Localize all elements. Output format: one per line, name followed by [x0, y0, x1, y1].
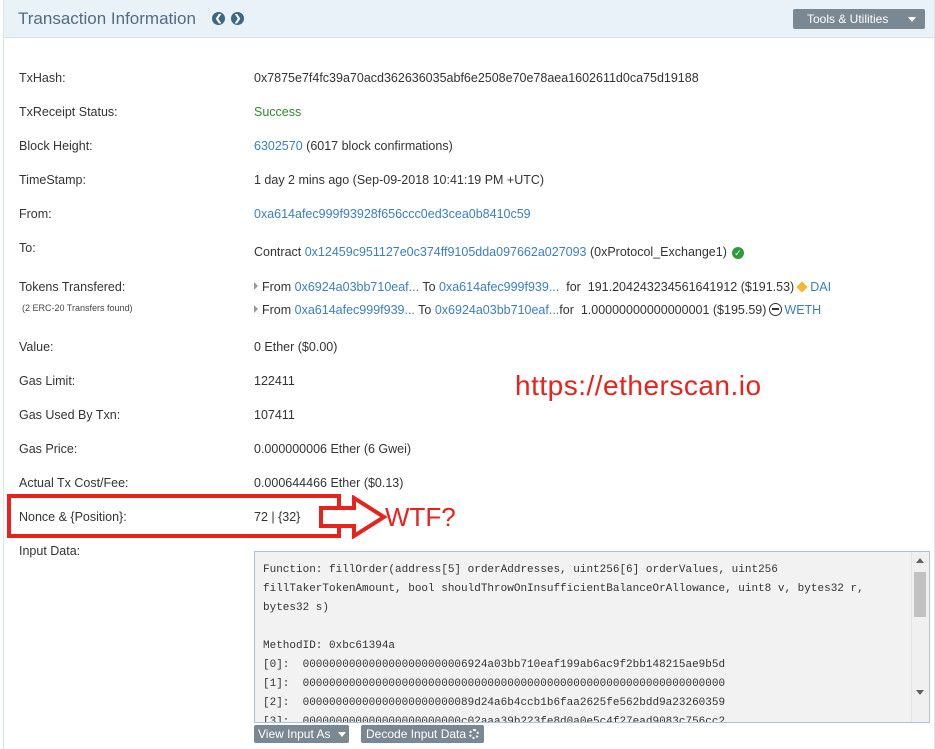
transfer-from-label: From — [262, 280, 292, 294]
block-confirmations: (6017 block confirmations) — [306, 139, 453, 153]
transfer-amount: 1.00000000000000001 ($195.59) — [580, 303, 767, 317]
transfer-amount: 191.204243234561641912 ($191.53) — [587, 280, 795, 294]
transfer-to-link[interactable]: 0x6924a03bb710eaf... — [435, 303, 559, 317]
weth-token-icon — [769, 303, 783, 316]
timestamp-label: TimeStamp: — [19, 173, 86, 187]
value-label: Value: — [19, 340, 54, 354]
annotation-highlight-box — [7, 494, 341, 538]
block-height-link[interactable]: 6302570 — [254, 139, 303, 153]
decode-input-button[interactable]: Decode Input Data — [361, 725, 484, 743]
input-scrollbar[interactable] — [911, 552, 929, 722]
block-value-group: 6302570 (6017 block confirmations) — [254, 139, 453, 153]
tokens-note: (2 ERC-20 Transfers found) — [22, 303, 133, 313]
transfer-from-link[interactable]: 0x6924a03bb710eaf... — [295, 280, 419, 294]
chevron-down-icon — [338, 732, 346, 737]
chevron-down-icon — [908, 17, 916, 22]
to-contract-name: (0xProtocol_Exchange1) — [589, 245, 727, 259]
caret-right-icon — [254, 282, 258, 290]
token-transfer-row: From 0xa614afec999f939... To 0x6924a03bb… — [254, 303, 821, 317]
decode-input-label: Decode Input Data — [366, 727, 467, 741]
to-value-group: Contract 0x12459c951127e0c374ff9105dda09… — [254, 245, 744, 259]
tools-utilities-dropdown[interactable]: Tools & Utilities — [793, 9, 925, 29]
token-transfer-row: From 0x6924a03bb710eaf... To 0xa614afec9… — [254, 280, 831, 294]
to-contract-link[interactable]: 0x12459c951127e0c374ff9105dda097662a0270… — [305, 245, 587, 259]
transfer-to-link[interactable]: 0xa614afec999f939... — [439, 280, 559, 294]
view-input-as-button[interactable]: View Input As — [254, 725, 349, 743]
dai-token-icon — [796, 281, 808, 293]
panel-header: Transaction Information ❮ ❯ Tools & Util… — [4, 0, 934, 38]
verified-check-icon: ✓ — [731, 247, 744, 259]
transfer-to-label: To — [422, 280, 436, 294]
gas-price-value: 0.000000006 Ether (6 Gwei) — [254, 442, 412, 456]
transfer-for-label: for — [566, 280, 581, 294]
page-title: Transaction Information — [18, 9, 196, 28]
input-data-text: Function: fillOrder(address[5] orderAddr… — [263, 564, 864, 723]
annotation-arrow-icon — [319, 495, 388, 539]
tokens-label: Tokens Transfered: — [19, 280, 126, 294]
gas-used-value: 107411 — [254, 408, 295, 422]
tools-utilities-label: Tools & Utilities — [807, 12, 889, 26]
from-address-link[interactable]: 0xa614afec999f93928f656ccc0ed3cea0b8410c… — [254, 207, 531, 221]
to-prefix: Contract — [254, 245, 302, 259]
caret-right-icon — [254, 305, 258, 313]
view-input-as-label: View Input As — [258, 727, 331, 741]
transfer-for-label: for — [559, 303, 574, 317]
timestamp-value: 1 day 2 mins ago (Sep-09-2018 10:41:19 P… — [254, 173, 545, 187]
gas-limit-label: Gas Limit: — [19, 374, 76, 388]
status-label: TxReceipt Status: — [19, 105, 118, 119]
input-data-textarea[interactable]: Function: fillOrder(address[5] orderAddr… — [254, 551, 930, 723]
gear-icon — [469, 729, 479, 739]
scroll-down-icon[interactable] — [916, 690, 924, 695]
cost-label: Actual Tx Cost/Fee: — [19, 476, 129, 490]
scroll-thumb[interactable] — [914, 572, 926, 617]
gas-used-label: Gas Used By Txn: — [19, 408, 121, 422]
annotation-url: https://etherscan.io — [515, 370, 762, 401]
to-label: To: — [19, 241, 36, 255]
gas-price-label: Gas Price: — [19, 442, 78, 456]
value-value: 0 Ether ($0.00) — [254, 340, 338, 354]
token-link-dai[interactable]: DAI — [810, 280, 831, 294]
annotation-wtf: WTF? — [385, 502, 456, 532]
scroll-up-icon[interactable] — [916, 558, 924, 563]
transfer-to-label: To — [418, 303, 432, 317]
chevron-left-icon[interactable]: ❮ — [212, 12, 225, 25]
chevron-right-icon[interactable]: ❯ — [231, 12, 244, 25]
block-label: Block Height: — [19, 139, 93, 153]
token-link-weth[interactable]: WETH — [784, 303, 821, 317]
txhash-label: TxHash: — [19, 71, 66, 85]
txhash-value: 0x7875e7f4fc39a70acd362636035abf6e2508e7… — [254, 71, 699, 85]
status-value: Success — [254, 105, 302, 119]
transfer-from-link[interactable]: 0xa614afec999f939... — [295, 303, 415, 317]
transfer-from-label: From — [262, 303, 292, 317]
cost-value: 0.000644466 Ether ($0.13) — [254, 476, 404, 490]
transaction-panel: Transaction Information ❮ ❯ Tools & Util… — [3, 0, 935, 749]
from-label: From: — [19, 207, 52, 221]
input-label: Input Data: — [19, 544, 81, 558]
gas-limit-value: 122411 — [254, 374, 295, 388]
